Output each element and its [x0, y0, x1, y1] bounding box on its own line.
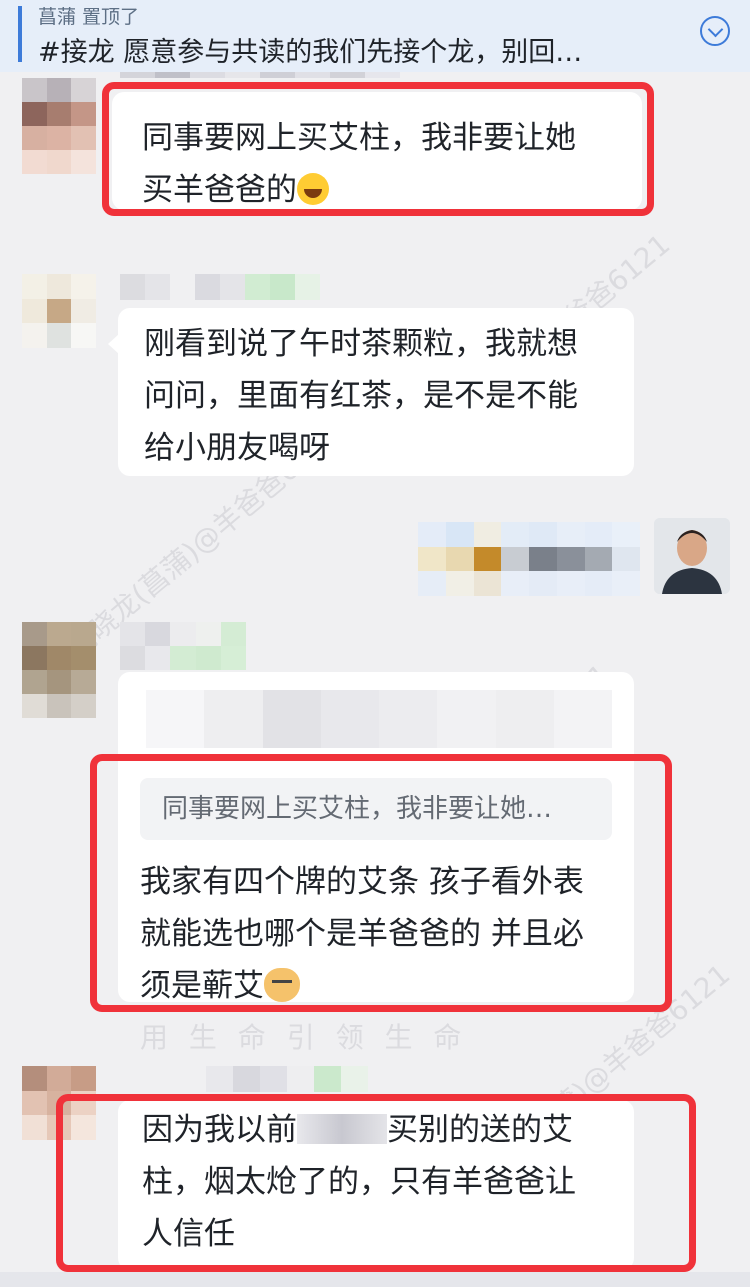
highlight-box — [90, 754, 672, 1012]
person-avatar-icon — [654, 518, 730, 594]
message-bubble[interactable]: 刚看到说了午时茶颗粒，我就想 问问，里面有红茶，是不是不能 给小朋友喝呀 — [108, 308, 634, 476]
message-text: 给小朋友喝呀 — [144, 430, 330, 466]
pinned-accent-bar — [18, 6, 22, 62]
watermark-footer: 用 生 命 引 领 生 命 — [140, 1021, 468, 1054]
sender-name-blurred — [120, 622, 246, 670]
pinned-message-bar[interactable]: 菖蒲 置顶了 #接龙 愿意参与共读的我们先接个龙，别回… — [0, 0, 750, 72]
sender-name-blurred — [206, 1066, 368, 1092]
quoted-image-blurred — [146, 690, 612, 748]
sender-name-blurred — [120, 274, 320, 300]
pinned-content: #接龙 愿意参与共读的我们先接个龙，别回… — [38, 37, 583, 68]
avatar[interactable] — [22, 622, 96, 718]
expand-chevron-icon[interactable] — [700, 16, 730, 46]
message-text: 问问，里面有红茶，是不是不能 — [144, 378, 578, 414]
avatar[interactable] — [654, 518, 730, 594]
avatar[interactable] — [22, 78, 96, 174]
pinned-sender: 菖蒲 置顶了 — [38, 6, 140, 28]
avatar[interactable] — [22, 274, 96, 348]
message-text: 刚看到说了午时茶颗粒，我就想 — [144, 326, 578, 362]
input-bar-edge — [0, 1272, 750, 1287]
highlight-box — [102, 82, 654, 216]
highlight-box — [56, 1094, 696, 1272]
message-bubble-blurred[interactable] — [418, 522, 640, 596]
